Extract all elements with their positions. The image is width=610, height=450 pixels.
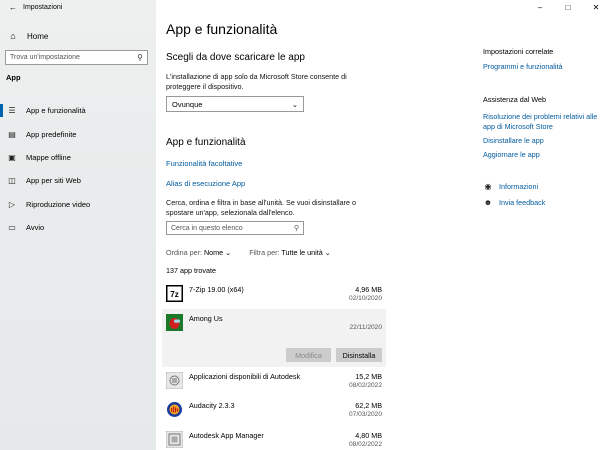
info-label: Informazioni <box>499 182 539 191</box>
autodesk-apps-icon <box>166 372 183 389</box>
settings-search-input[interactable]: Trova un'impostazione ⚲ <box>5 50 148 65</box>
sidebar-item-label: App e funzionalità <box>26 106 86 116</box>
sidebar-nav: ☰ App e funzionalità ▤ App predefinite ▣… <box>0 99 156 239</box>
7zip-icon: 7z <box>166 285 183 302</box>
app-name: Autodesk App Manager <box>189 431 264 440</box>
page-title: App e funzionalità <box>166 21 278 37</box>
svg-text:7z: 7z <box>170 290 178 299</box>
source-heading: Scegli da dove scaricare le app <box>166 52 305 63</box>
among-us-icon <box>166 314 183 331</box>
app-count: 137 app trovate <box>166 266 216 275</box>
app-date: 07/03/2020 <box>348 411 382 418</box>
window-title: Impostazioni <box>23 4 63 11</box>
help-chat-icon: ◉ <box>484 182 492 191</box>
nav-home[interactable]: ⌂ Home <box>6 28 146 44</box>
help-troubleshoot-link[interactable]: Risoluzione dei problemi relativi alle a… <box>483 112 598 132</box>
search-description: Cerca, ordina e filtra in base all'unità… <box>166 198 356 217</box>
app-size: 62,2 MB <box>355 401 382 410</box>
app-date: 08/02/2022 <box>348 441 382 448</box>
sort-value: Nome <box>203 248 224 257</box>
chevron-down-icon: ⌄ <box>225 248 232 257</box>
sidebar-item-app-predefinite[interactable]: ▤ App predefinite <box>0 122 156 145</box>
app-name: Applicazioni disponibili di Autodesk <box>189 372 301 381</box>
sidebar-item-label: Avvio <box>26 223 45 233</box>
optional-features-link[interactable]: Funzionalità facoltative <box>166 159 242 168</box>
map-icon: ▣ <box>8 152 16 162</box>
programs-features-link[interactable]: Programmi e funzionalità <box>483 62 598 72</box>
app-size: 4,80 MB <box>355 431 382 440</box>
help-uninstall-link[interactable]: Disinstallare le app <box>483 136 598 146</box>
source-dropdown-value: Ovunque <box>172 99 203 109</box>
apps-list-icon: ☰ <box>8 106 16 116</box>
sort-control[interactable]: Ordina per: Nome ⌄ <box>166 248 231 257</box>
info-link[interactable]: ◉ Informazioni <box>483 182 539 191</box>
nav-home-label: Home <box>27 31 49 41</box>
app-date: 08/02/2022 <box>348 382 382 389</box>
sidebar-item-mappe-offline[interactable]: ▣ Mappe offline <box>0 146 156 169</box>
sort-filter-row: Ordina per: Nome ⌄ Filtra per: Tutte le … <box>166 248 331 257</box>
sidebar-item-app-siti-web[interactable]: ◫ App per siti Web <box>0 169 156 192</box>
video-icon: ▷ <box>8 199 16 209</box>
app-name: Among Us <box>189 314 223 323</box>
app-alias-link[interactable]: Alias di esecuzione App <box>166 179 245 188</box>
apps-heading: App e funzionalità <box>166 137 246 148</box>
maximize-icon[interactable]: □ <box>554 0 582 14</box>
modify-button[interactable]: Modifica <box>286 348 331 362</box>
window-title-bar: ← Impostazioni <box>9 3 62 12</box>
list-item-selected[interactable]: Among Us 22/11/2020 Modifica Disinstalla <box>162 309 386 367</box>
filter-value: Tutte le unità <box>281 248 323 257</box>
app-size: 15,2 MB <box>355 372 382 381</box>
app-size: 4,96 MB <box>355 285 382 294</box>
sidebar-item-label: Mappe offline <box>26 152 71 162</box>
app-list-search-placeholder: Cerca in questo elenco <box>171 224 243 232</box>
startup-icon: ▭ <box>8 223 16 233</box>
settings-search-placeholder: Trova un'impostazione <box>10 54 80 61</box>
sidebar: ← Impostazioni ⌂ Home Trova un'impostazi… <box>0 0 156 450</box>
website-apps-icon: ◫ <box>8 176 16 186</box>
search-icon: ⚲ <box>137 53 143 62</box>
feedback-link[interactable]: ☻ Invia feedback <box>483 198 546 207</box>
sidebar-item-label: Riproduzione video <box>26 199 91 209</box>
sidebar-item-app-funzionalita[interactable]: ☰ App e funzionalità <box>0 99 156 122</box>
feedback-person-icon: ☻ <box>483 198 493 207</box>
feedback-label: Invia feedback <box>499 198 546 207</box>
app-date: 22/11/2020 <box>349 324 382 331</box>
app-name: 7-Zip 19.00 (x64) <box>189 285 244 294</box>
audacity-icon <box>166 401 183 418</box>
help-heading: Assistenza dal Web <box>483 95 546 104</box>
list-item[interactable]: Applicazioni disponibili di Autodesk 15,… <box>162 368 386 396</box>
sort-label: Ordina per: <box>166 248 202 257</box>
list-item[interactable]: 7z 7-Zip 19.00 (x64) 4,96 MB 02/10/2020 <box>162 281 386 308</box>
main-content: App e funzionalità Scegli da dove scaric… <box>162 0 466 450</box>
sidebar-item-riproduzione-video[interactable]: ▷ Riproduzione video <box>0 193 156 216</box>
sidebar-item-label: App per siti Web <box>26 176 81 186</box>
sidebar-section-label: App <box>6 73 21 82</box>
close-icon[interactable]: ✕ <box>582 0 610 14</box>
filter-control[interactable]: Filtra per: Tutte le unità ⌄ <box>249 248 331 257</box>
source-dropdown[interactable]: Ovunque ⌄ <box>166 96 304 112</box>
list-item[interactable]: Autodesk App Manager 4,80 MB 08/02/2022 <box>162 427 386 450</box>
default-apps-icon: ▤ <box>8 129 16 139</box>
help-update-link[interactable]: Aggiornare le app <box>483 150 598 160</box>
chevron-down-icon: ⌄ <box>324 248 331 257</box>
home-icon: ⌂ <box>10 31 16 41</box>
app-name: Audacity 2.3.3 <box>189 401 235 410</box>
autodesk-manager-icon <box>166 431 183 448</box>
sidebar-item-label: App predefinite <box>26 129 77 139</box>
filter-label: Filtra per: <box>249 248 280 257</box>
app-list-search-input[interactable]: Cerca in questo elenco ⚲ <box>166 221 304 235</box>
chevron-down-icon: ⌄ <box>291 99 298 109</box>
minimize-icon[interactable]: – <box>526 0 554 14</box>
related-heading: Impostazioni correlate <box>483 47 554 56</box>
window-controls: – □ ✕ <box>526 0 610 14</box>
source-description: L'installazione di app solo da Microsoft… <box>166 72 347 91</box>
uninstall-button[interactable]: Disinstalla <box>336 348 382 362</box>
search-icon: ⚲ <box>293 225 299 232</box>
sidebar-item-avvio[interactable]: ▭ Avvio <box>0 216 156 239</box>
list-item[interactable]: Audacity 2.3.3 62,2 MB 07/03/2020 <box>162 397 386 425</box>
app-date: 02/10/2020 <box>348 295 382 302</box>
back-arrow-icon[interactable]: ← <box>9 3 17 12</box>
